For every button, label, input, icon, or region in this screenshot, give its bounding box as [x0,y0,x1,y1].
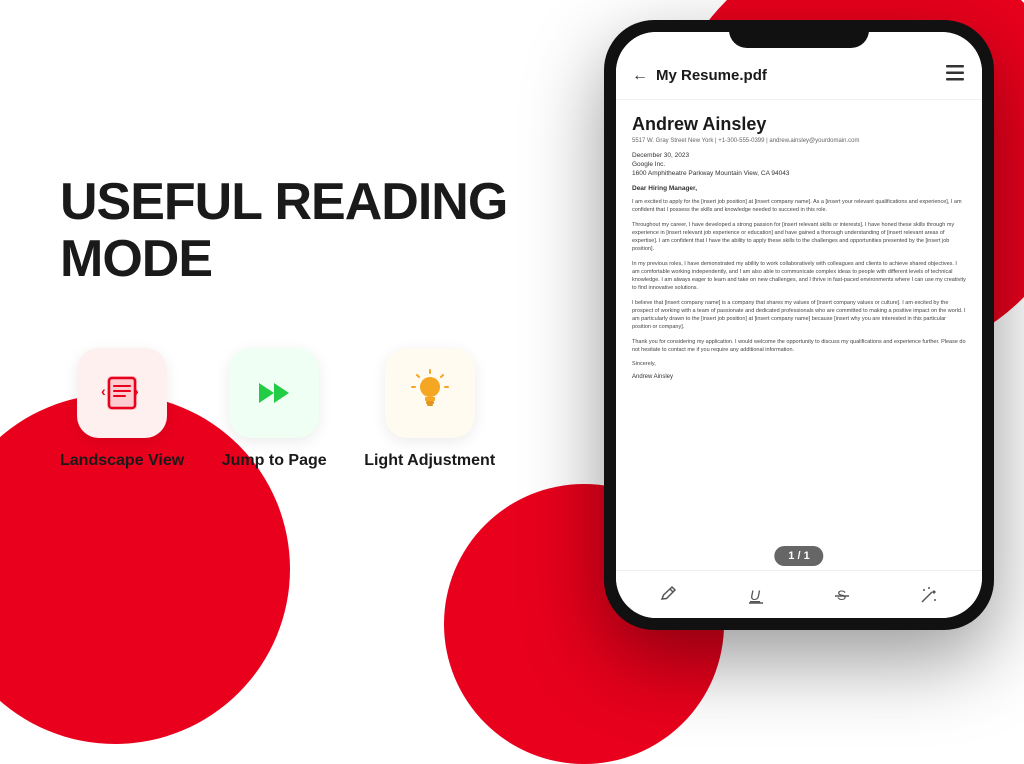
resume-para-2: Throughout my career, I have developed a… [632,221,966,254]
left-panel: USEFUL READING MODE ‹ › Landscape View [0,0,600,644]
main-title: USEFUL READING MODE [60,174,560,288]
resume-closing: Sincerely, [632,360,966,368]
resume-greeting: Dear Hiring Manager, [632,185,966,192]
pdf-content: Andrew Ainsley 5517 W. Gray Street New Y… [616,100,982,576]
underline-icon: U [746,585,766,605]
phone-screen: ← My Resume.pdf Andrew Ainsley 5517 W. G… [616,32,982,618]
jump-label: Jump to Page [222,452,327,470]
magic-button[interactable] [915,581,943,609]
features-row: ‹ › Landscape View Jump to Page [60,348,495,470]
jump-icon-wrapper [229,348,319,438]
resume-name: Andrew Ainsley [632,114,966,135]
pdf-header-left: ← My Resume.pdf [632,67,767,85]
landscape-icon: ‹ › [97,368,147,418]
resume-signature: Andrew Ainsley [632,374,966,380]
resume-address: 1600 Amphitheatre Parkway Mountain View,… [632,170,966,177]
svg-text:S: S [837,587,846,603]
strikethrough-button[interactable]: S [828,581,856,609]
strikethrough-icon: S [832,585,852,605]
pen-icon [659,585,679,605]
underline-button[interactable]: U [742,581,770,609]
light-label: Light Adjustment [364,452,495,470]
phone-notch [729,20,869,48]
feature-light[interactable]: Light Adjustment [364,348,495,470]
pdf-toolbar: U S [616,570,982,618]
svg-text:›: › [134,383,139,399]
phone-body: ← My Resume.pdf Andrew Ainsley 5517 W. G… [604,20,994,630]
menu-icon [944,62,966,84]
light-icon [405,368,455,418]
magic-icon [919,585,939,605]
back-button[interactable]: ← [632,67,648,85]
light-icon-wrapper [385,348,475,438]
svg-text:U: U [750,587,761,603]
resume-para-3: In my previous roles, I have demonstrate… [632,260,966,293]
page-indicator: 1 / 1 [774,546,823,566]
feature-landscape[interactable]: ‹ › Landscape View [60,348,184,470]
resume-para-1: I am excited to apply for the [insert jo… [632,198,966,215]
phone-mockup: ← My Resume.pdf Andrew Ainsley 5517 W. G… [604,20,994,630]
menu-button[interactable] [944,62,966,89]
pdf-title: My Resume.pdf [656,67,767,84]
resume-date: December 30, 2023 [632,152,966,159]
jump-icon [249,368,299,418]
feature-jump[interactable]: Jump to Page [214,348,334,470]
svg-text:‹: ‹ [101,383,106,399]
resume-para-4: I believe that [insert company name] is … [632,299,966,332]
pen-button[interactable] [655,581,683,609]
landscape-icon-wrapper: ‹ › [77,348,167,438]
landscape-label: Landscape View [60,452,184,470]
resume-para-5: Thank you for considering my application… [632,338,966,355]
resume-company: Google Inc. [632,161,966,168]
resume-contact: 5517 W. Gray Street New York | +1-300-55… [632,138,966,144]
